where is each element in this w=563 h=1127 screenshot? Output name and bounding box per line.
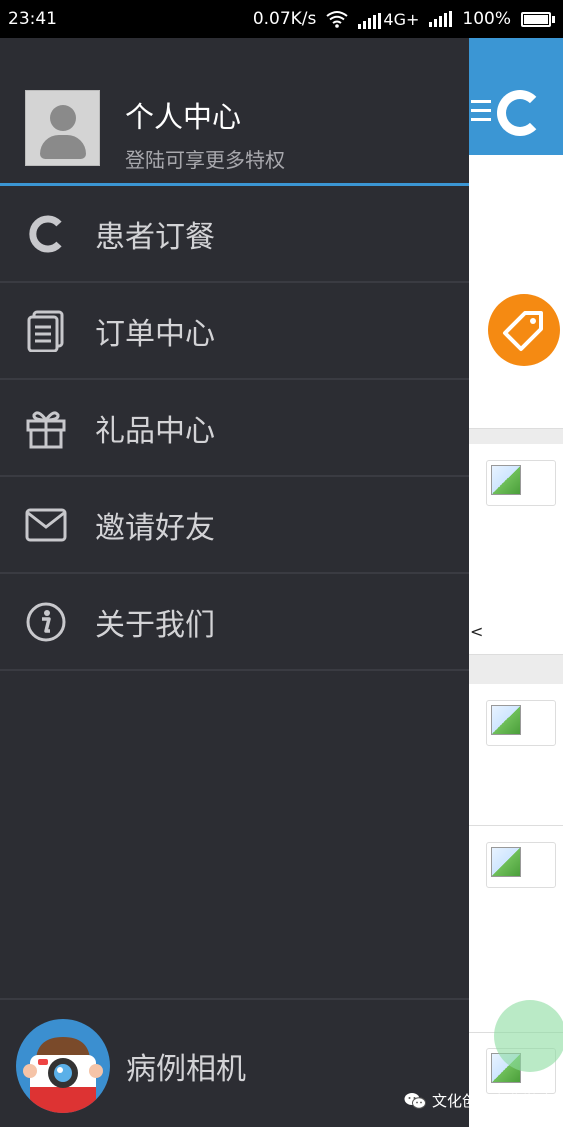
logo-c-icon — [25, 213, 67, 255]
status-time: 23:41 — [8, 9, 57, 29]
broken-image-placeholder — [486, 700, 556, 746]
back-arrow-text[interactable]: < — [470, 622, 483, 641]
menu-item-label: 关于我们 — [95, 607, 215, 643]
wechat-icon — [404, 1092, 426, 1109]
row-separator — [469, 825, 563, 826]
section-divider — [469, 654, 563, 684]
avatar[interactable] — [25, 90, 100, 166]
image-icon — [491, 847, 521, 877]
menu-item-invite-friends[interactable]: 邀请好友 — [0, 477, 469, 574]
signal-icon — [358, 12, 382, 29]
image-icon — [491, 705, 521, 735]
status-indicators: 0.07K/s 4G+ 100% — [253, 9, 555, 29]
signal-icon-2 — [429, 11, 453, 27]
watermark-text: 文化创意产业学院 — [432, 1092, 553, 1110]
status-bar: 23:41 0.07K/s 4G+ 100% — [0, 0, 563, 38]
menu-item-label: 礼品中心 — [95, 413, 215, 449]
app-logo-icon — [497, 90, 543, 136]
menu-item-label: 邀请好友 — [95, 510, 215, 546]
menu-item-label: 患者订餐 — [95, 219, 215, 255]
profile-header[interactable]: 个人中心 登陆可享更多特权 — [0, 38, 469, 186]
gift-icon — [25, 407, 67, 449]
network-type: 4G+ — [383, 9, 420, 29]
profile-subtitle: 登陆可享更多特权 — [125, 148, 285, 172]
profile-name: 个人中心 — [125, 100, 242, 134]
broken-image-placeholder — [486, 460, 556, 506]
menu-icon[interactable] — [471, 100, 491, 127]
net-speed: 0.07K/s — [252, 9, 317, 29]
menu-item-order-center[interactable]: 订单中心 — [0, 283, 469, 380]
user-icon-body — [40, 135, 86, 159]
envelope-icon — [25, 504, 67, 546]
tag-icon — [503, 311, 543, 351]
user-icon — [50, 105, 76, 131]
menu-item-case-camera[interactable]: 病例相机 — [0, 1013, 469, 1118]
battery-icon — [521, 11, 555, 27]
floating-action-button[interactable] — [494, 1000, 563, 1072]
menu-item-label: 订单中心 — [95, 316, 215, 352]
app-header — [469, 38, 563, 155]
menu-item-patient-order[interactable]: 患者订餐 — [0, 186, 469, 283]
broken-image-placeholder — [486, 842, 556, 888]
info-icon — [25, 601, 67, 643]
order-document-icon — [25, 310, 67, 352]
image-icon — [491, 465, 521, 495]
divider — [0, 998, 469, 1000]
menu-item-gift-center[interactable]: 礼品中心 — [0, 380, 469, 477]
section-divider — [469, 428, 563, 444]
menu-item-label: 病例相机 — [126, 1051, 246, 1087]
camera-mascot-icon — [16, 1018, 110, 1113]
wifi-icon — [326, 11, 349, 28]
navigation-drawer: 个人中心 登陆可享更多特权 患者订餐 订单中心 礼品中心 邀请好友 关于我们 病… — [0, 38, 469, 1127]
coupon-tag-button[interactable] — [488, 294, 560, 366]
watermark: 文化创意产业学院 — [404, 1090, 552, 1111]
menu-item-about-us[interactable]: 关于我们 — [0, 574, 469, 671]
battery-percent: 100% — [462, 9, 511, 29]
